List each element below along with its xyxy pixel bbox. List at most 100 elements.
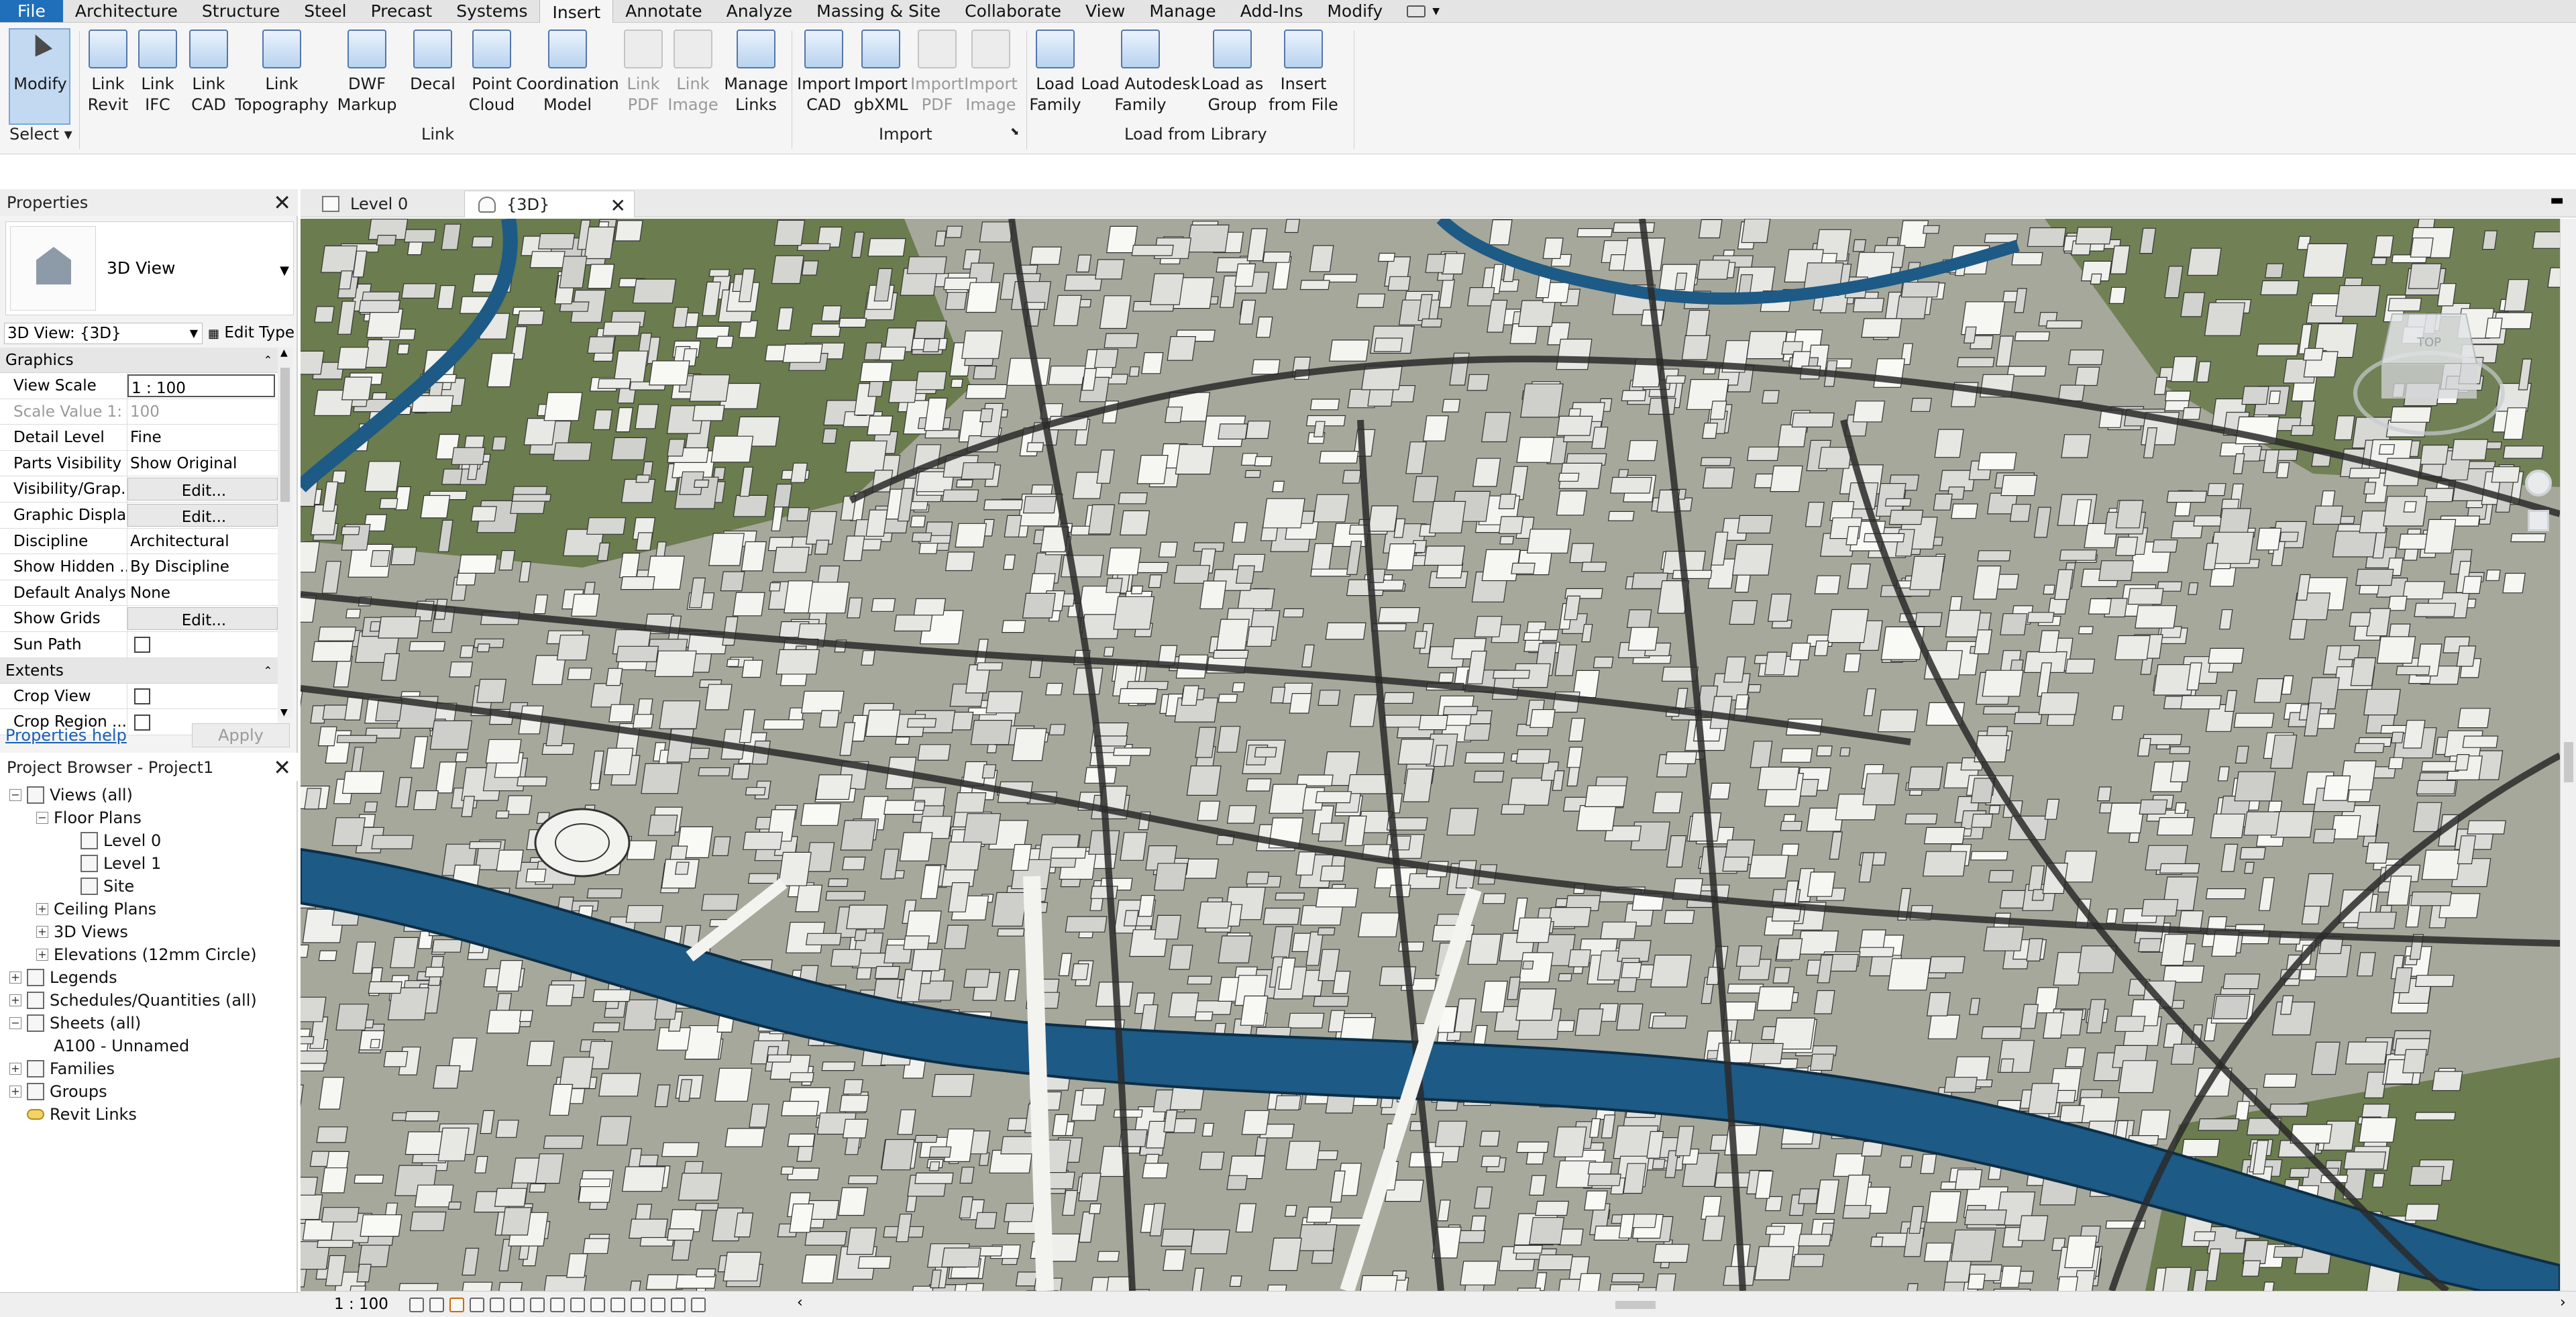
property-group-graphics[interactable]: Graphics ⌃ [0,348,278,373]
browser-item[interactable]: + Elevations (12mm Circle) [0,943,298,966]
scroll-left-icon[interactable]: ‹ [797,1294,803,1311]
viewcube-front-face[interactable] [2381,364,2477,399]
property-value[interactable] [127,684,278,709]
browser-item[interactable]: +3D Views [0,920,298,943]
reveal-constraints-icon[interactable] [671,1298,686,1312]
expand-icon[interactable]: + [9,1086,21,1098]
browser-item[interactable]: + Ceiling Plans [0,898,298,920]
tab-annotate[interactable]: Annotate [613,0,714,22]
expand-icon[interactable]: + [36,949,48,961]
chevron-down-icon[interactable]: ▼ [280,264,289,278]
3d-view-canvas[interactable] [301,219,2560,1291]
browser-item[interactable]: + Groups [0,1080,298,1103]
browser-item[interactable]: + Legends [0,966,298,989]
link-ifc-button[interactable]: Link IFC [134,30,181,115]
edit-button[interactable]: Edit... [127,478,278,501]
close-icon[interactable]: ✕ [273,189,291,216]
expand-icon[interactable]: + [9,971,21,984]
tab-3d-view[interactable]: {3D} ✕ [464,191,635,217]
close-icon[interactable]: ✕ [610,195,626,217]
detail-level-icon[interactable] [409,1298,424,1312]
browser-item[interactable]: − Views (all) [0,784,298,806]
steering-wheel-icon[interactable] [2525,470,2552,496]
tab-view[interactable]: View [1073,0,1137,22]
browser-item[interactable]: + Families [0,1057,298,1080]
tab-overflow-icon[interactable]: ▬ [2550,192,2564,209]
tab-add-ins[interactable]: Add-Ins [1228,0,1316,22]
browser-item[interactable]: A100 - Unnamed [0,1035,298,1057]
apply-button[interactable]: Apply [192,723,290,747]
browser-item[interactable]: − Sheets (all) [0,1012,298,1035]
tab-structure[interactable]: Structure [190,0,292,22]
reveal-hidden-icon[interactable] [590,1298,605,1312]
modify-button[interactable]: Modify [9,30,71,95]
decal-button[interactable]: Decal [408,30,458,95]
show-analytical-icon[interactable] [691,1298,706,1312]
tab-analyze[interactable]: Analyze [714,0,805,22]
browser-item[interactable]: Level 1 [0,852,298,875]
lock-3d-view-icon[interactable] [550,1298,565,1312]
collapse-icon[interactable]: − [9,1017,21,1029]
tab-precast[interactable]: Precast [359,0,445,22]
tab-level-0[interactable]: Level 0 [309,191,456,217]
tab-steel[interactable]: Steel [292,0,358,22]
instance-filter-select[interactable]: 3D View: {3D} ▼ [4,323,203,344]
expand-icon[interactable]: + [9,994,21,1006]
expand-icon[interactable]: + [36,926,48,938]
browser-item[interactable]: Level 0 [0,829,298,852]
link-image-button[interactable]: Link Image [667,30,718,115]
vertical-scrollbar[interactable] [2560,219,2576,1291]
manage-links-button[interactable]: Manage Links [720,30,792,115]
edit-button[interactable]: Edit... [127,503,278,527]
worksharing-icon[interactable] [610,1298,625,1312]
sun-path-icon[interactable] [449,1298,464,1312]
coordination-model-button[interactable]: Coordination Model [516,30,619,115]
import-dialog-launcher[interactable]: ⬊ [1010,125,1019,138]
load-as-group-button[interactable]: Load as Group [1201,30,1263,115]
property-group-extents[interactable]: Extents ⌃ [0,657,278,684]
import-cad-button[interactable]: Import CAD [797,30,851,115]
load-family-button[interactable]: Load Family [1029,30,1081,115]
highlight-displacement-icon[interactable] [651,1298,665,1312]
link-cad-button[interactable]: Link CAD [185,30,232,115]
zoom-icon[interactable] [2528,510,2549,531]
tab-file[interactable]: File [0,0,63,22]
property-value[interactable] [127,632,278,657]
temporary-hide-icon[interactable] [570,1298,585,1312]
collapse-icon[interactable]: − [36,812,48,824]
insert-from-file-button[interactable]: Insert from File [1267,30,1340,115]
properties-scrollbar[interactable]: ▲ ▼ [278,348,292,718]
crop-view-icon[interactable] [510,1298,525,1312]
visual-style-icon[interactable] [429,1298,444,1312]
tab-collaborate[interactable]: Collaborate [953,0,1073,22]
browser-item[interactable]: Revit Links [0,1103,298,1126]
link-revit-button[interactable]: Link Revit [85,30,131,115]
tab-systems[interactable]: Systems [444,0,539,22]
quick-access-toggle[interactable]: ▼ [1395,0,1452,22]
analytical-model-icon[interactable] [631,1298,645,1312]
select-dropdown[interactable]: Select ▾ [9,125,72,144]
import-pdf-button[interactable]: Import PDF [910,30,964,115]
browser-item[interactable]: + Schedules/Quantities (all) [0,989,298,1012]
link-topography-button[interactable]: Link Topography [235,30,329,115]
type-selector[interactable]: 3D View ▼ [5,221,294,315]
crop-region-icon[interactable] [530,1298,545,1312]
checkbox[interactable] [134,688,150,705]
expand-icon[interactable]: + [36,903,48,915]
browser-item[interactable]: − Floor Plans [0,806,298,829]
tab-massing-site[interactable]: Massing & Site [804,0,953,22]
checkbox[interactable] [134,637,150,653]
collapse-icon[interactable]: − [9,789,21,801]
load-autodesk-family-button[interactable]: Load Autodesk Family [1081,30,1200,115]
dwf-markup-button[interactable]: DWF Markup [337,30,396,115]
expand-icon[interactable]: + [9,1063,21,1075]
import-gbxml-button[interactable]: Import gbXML [852,30,910,115]
point-cloud-button[interactable]: Point Cloud [466,30,518,115]
import-image-button[interactable]: Import Image [964,30,1018,115]
edit-type-button[interactable]: ▦ Edit Type [208,321,294,346]
viewcube[interactable]: TOP [2339,279,2520,460]
tab-insert[interactable]: Insert [539,0,614,24]
rendering-icon[interactable] [490,1298,504,1312]
shadows-icon[interactable] [470,1298,484,1312]
properties-help-link[interactable]: Properties help [5,726,127,745]
